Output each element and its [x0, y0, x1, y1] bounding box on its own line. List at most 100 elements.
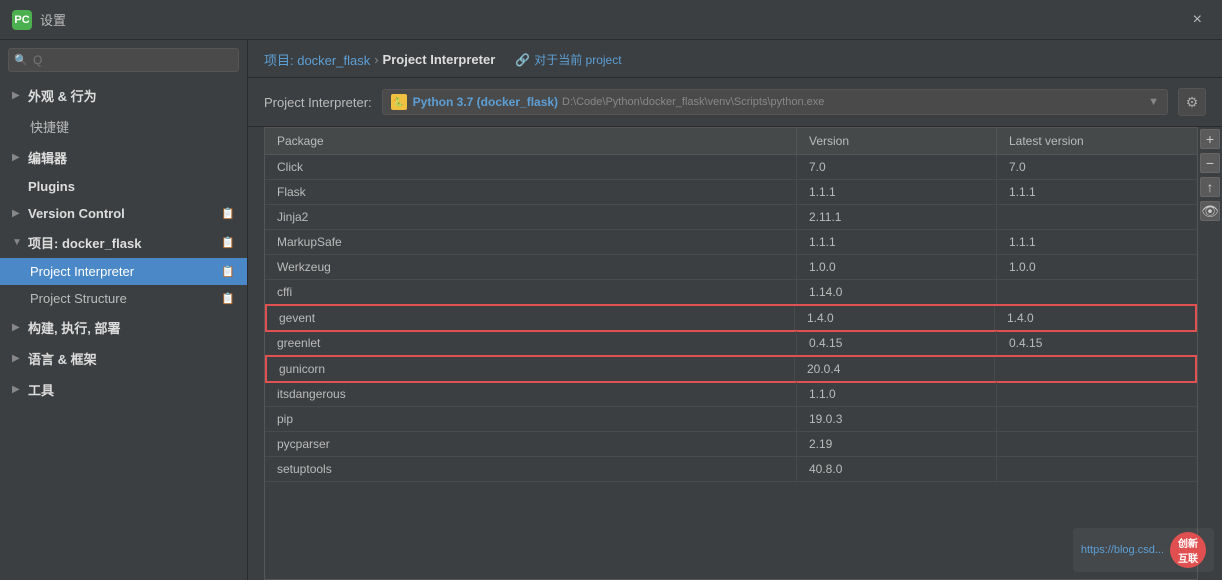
- table-row[interactable]: gevent 1.4.0 1.4.0: [265, 304, 1197, 332]
- breadcrumb-project-link[interactable]: 项目: docker_flask: [264, 50, 370, 69]
- expand-arrow-icon: ▶: [12, 208, 26, 219]
- sidebar-item-language[interactable]: ▶ 语言 & 框架: [0, 343, 247, 374]
- td-version: 20.0.4: [795, 357, 995, 381]
- td-version: 1.14.0: [797, 280, 997, 304]
- sidebar-item-appearance[interactable]: ▶ 外观 & 行为: [0, 80, 247, 111]
- td-package: Jinja2: [265, 205, 797, 229]
- sidebar: 🔍 ▶ 外观 & 行为 快捷键 ▶ 编辑器 ▶ Plugins ▶ Versio…: [0, 40, 248, 580]
- table-row[interactable]: cffi 1.14.0: [265, 280, 1197, 305]
- table-row[interactable]: Click 7.0 7.0: [265, 155, 1197, 180]
- sidebar-item-project-structure[interactable]: Project Structure 📋: [0, 285, 247, 312]
- breadcrumb-tag[interactable]: 🔗 对于当前 project: [515, 51, 621, 68]
- table-row[interactable]: pip 19.0.3: [265, 407, 1197, 432]
- td-latest: 1.0.0: [997, 255, 1197, 279]
- expand-arrow-icon: ▶: [12, 353, 26, 364]
- td-version: 19.0.3: [797, 407, 997, 431]
- td-package: pip: [265, 407, 797, 431]
- search-box: 🔍: [8, 48, 239, 72]
- expand-arrow-icon: ▶: [12, 384, 26, 395]
- upgrade-package-button[interactable]: ↑: [1200, 177, 1220, 197]
- structure-copy-icon: 📋: [221, 292, 235, 305]
- td-latest: [997, 432, 1197, 456]
- td-latest: [997, 205, 1197, 229]
- td-package: itsdangerous: [265, 382, 797, 406]
- search-input[interactable]: [8, 48, 239, 72]
- python-icon: 🐍: [391, 94, 407, 110]
- table-row[interactable]: Jinja2 2.11.1: [265, 205, 1197, 230]
- table-row[interactable]: pycparser 2.19: [265, 432, 1197, 457]
- breadcrumb-current: Project Interpreter: [383, 52, 496, 67]
- td-package: Werkzeug: [265, 255, 797, 279]
- td-latest: 1.1.1: [997, 180, 1197, 204]
- td-version: 1.0.0: [797, 255, 997, 279]
- tag-icon: 🔗: [515, 53, 530, 67]
- sidebar-item-label: 编辑器: [28, 148, 235, 167]
- td-version: 1.4.0: [795, 306, 995, 330]
- watermark-logo: 创新互联: [1170, 532, 1206, 568]
- sidebar-item-vcs[interactable]: ▶ Version Control 📋: [0, 200, 247, 227]
- td-version: 0.4.15: [797, 331, 997, 355]
- td-version: 1.1.1: [797, 230, 997, 254]
- sidebar-item-label: 工具: [28, 380, 235, 399]
- expand-arrow-icon: ▶: [12, 152, 26, 163]
- interpreter-label: Project Interpreter:: [264, 95, 372, 110]
- table-row[interactable]: Flask 1.1.1 1.1.1: [265, 180, 1197, 205]
- breadcrumb-separator: ›: [374, 52, 378, 67]
- dropdown-arrow-icon: ▼: [1148, 96, 1159, 108]
- table-body: Click 7.0 7.0 Flask 1.1.1 1.1.1 Jinja2 2…: [265, 155, 1197, 482]
- sidebar-item-label: 外观 & 行为: [28, 86, 235, 105]
- sidebar-nav: ▶ 外观 & 行为 快捷键 ▶ 编辑器 ▶ Plugins ▶ Version …: [0, 80, 247, 580]
- package-table: Package Version Latest version Click 7.0…: [264, 127, 1198, 580]
- td-package: MarkupSafe: [265, 230, 797, 254]
- main-layout: 🔍 ▶ 外观 & 行为 快捷键 ▶ 编辑器 ▶ Plugins ▶ Versio…: [0, 40, 1222, 580]
- close-button[interactable]: ×: [1185, 8, 1210, 32]
- sidebar-item-tools[interactable]: ▶ 工具: [0, 374, 247, 405]
- td-latest: 0.4.15: [997, 331, 1197, 355]
- td-latest: 7.0: [997, 155, 1197, 179]
- sidebar-item-shortcuts[interactable]: 快捷键: [0, 111, 247, 142]
- sidebar-item-editor[interactable]: ▶ 编辑器: [0, 142, 247, 173]
- interpreter-row: Project Interpreter: 🐍 Python 3.7 (docke…: [248, 78, 1222, 127]
- interpreter-select-dropdown[interactable]: 🐍 Python 3.7 (docker_flask) D:\Code\Pyth…: [382, 89, 1168, 115]
- td-version: 2.11.1: [797, 205, 997, 229]
- td-latest: [995, 357, 1195, 381]
- td-package: Click: [265, 155, 797, 179]
- watermark-url: https://blog.csd...: [1081, 544, 1164, 556]
- td-package: gevent: [267, 306, 795, 330]
- td-version: 40.8.0: [797, 457, 997, 481]
- sidebar-item-label: Version Control: [28, 206, 217, 221]
- show-details-button[interactable]: 👁: [1200, 201, 1220, 221]
- td-version: 7.0: [797, 155, 997, 179]
- td-package: greenlet: [265, 331, 797, 355]
- td-latest: 1.4.0: [995, 306, 1195, 330]
- tag-text: 对于当前 project: [534, 51, 621, 68]
- table-row[interactable]: Werkzeug 1.0.0 1.0.0: [265, 255, 1197, 280]
- sidebar-item-project-interpreter[interactable]: Project Interpreter 📋: [0, 258, 247, 285]
- sidebar-item-plugins[interactable]: ▶ Plugins: [0, 173, 247, 200]
- title-bar: PC 设置 ×: [0, 0, 1222, 40]
- table-row[interactable]: gunicorn 20.0.4: [265, 355, 1197, 383]
- watermark: https://blog.csd... 创新互联: [1073, 528, 1214, 572]
- vcs-copy-icon: 📋: [221, 207, 235, 220]
- td-version: 2.19: [797, 432, 997, 456]
- td-package: pycparser: [265, 432, 797, 456]
- table-header: Package Version Latest version: [265, 128, 1197, 155]
- search-icon: 🔍: [14, 54, 28, 67]
- th-latest: Latest version: [997, 128, 1197, 154]
- table-row[interactable]: itsdangerous 1.1.0: [265, 382, 1197, 407]
- table-row[interactable]: MarkupSafe 1.1.1 1.1.1: [265, 230, 1197, 255]
- table-row[interactable]: setuptools 40.8.0: [265, 457, 1197, 482]
- table-row[interactable]: greenlet 0.4.15 0.4.15: [265, 331, 1197, 356]
- expand-arrow-icon: ▶: [12, 90, 26, 101]
- td-version: 1.1.0: [797, 382, 997, 406]
- sidebar-item-project[interactable]: ▼ 项目: docker_flask 📋: [0, 227, 247, 258]
- project-copy-icon: 📋: [221, 236, 235, 249]
- gear-button[interactable]: ⚙: [1178, 88, 1206, 116]
- sidebar-item-build[interactable]: ▶ 构建, 执行, 部署: [0, 312, 247, 343]
- remove-package-button[interactable]: −: [1200, 153, 1220, 173]
- add-package-button[interactable]: +: [1200, 129, 1220, 149]
- table-wrapper: Package Version Latest version Click 7.0…: [248, 127, 1222, 580]
- app-icon: PC: [12, 10, 32, 30]
- sidebar-item-label: Plugins: [28, 179, 235, 194]
- sidebar-item-label: 项目: docker_flask: [28, 233, 217, 252]
